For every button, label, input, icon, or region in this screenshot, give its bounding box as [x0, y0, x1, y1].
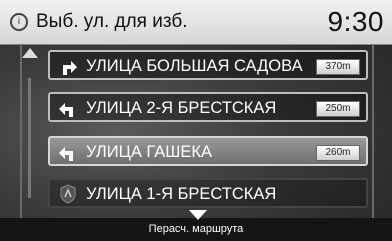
- nav-screen: i Выб. ул. для изб. 9:30 УЛИЦА БОЛЬШАЯ С…: [0, 0, 392, 241]
- street-item-selected[interactable]: УЛИЦА ГАШЕКА 260m: [48, 136, 368, 166]
- scroll-up-icon[interactable]: [22, 48, 38, 58]
- info-icon[interactable]: i: [10, 13, 28, 31]
- distance-badge: 260m: [316, 145, 360, 161]
- distance-badge: 250m: [316, 101, 360, 117]
- left-turn-icon: [59, 103, 73, 117]
- street-item[interactable]: УЛИЦА 1-Я БРЕСТСКАЯ: [48, 178, 368, 208]
- street-name: УЛИЦА 2-Я БРЕСТСКАЯ: [86, 99, 277, 117]
- recalculate-route-button[interactable]: Перасч. маршрута: [0, 223, 392, 235]
- street-item[interactable]: УЛИЦА 2-Я БРЕСТСКАЯ 250m: [48, 92, 368, 122]
- page-title: Выб. ул. для изб.: [36, 11, 188, 32]
- shield-icon: [60, 184, 76, 204]
- street-name: УЛИЦА 1-Я БРЕСТСКАЯ: [86, 185, 277, 203]
- street-name: УЛИЦА ГАШЕКА: [86, 143, 212, 161]
- distance-badge: 370m: [316, 59, 360, 75]
- right-turn-icon: [63, 61, 77, 75]
- scrollbar[interactable]: [28, 78, 31, 198]
- street-name: УЛИЦА БОЛЬШАЯ САДОВА: [86, 57, 303, 75]
- clock: 9:30: [327, 6, 384, 37]
- left-turn-icon: [59, 147, 73, 161]
- header-bar: i Выб. ул. для изб. 9:30: [0, 0, 392, 45]
- scroll-down-icon[interactable]: [189, 210, 207, 220]
- street-item[interactable]: УЛИЦА БОЛЬШАЯ САДОВА 370m: [48, 50, 368, 80]
